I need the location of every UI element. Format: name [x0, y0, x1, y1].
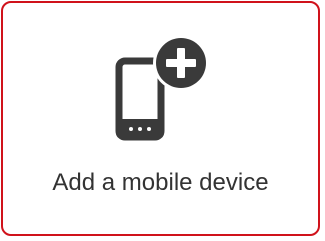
dot-icon	[147, 127, 151, 131]
mobile-add-icon	[115, 35, 209, 141]
dot-icon	[129, 127, 133, 131]
dot-icon	[138, 127, 142, 131]
icon-area	[3, 3, 318, 234]
card-label: Add a mobile device	[52, 169, 269, 196]
add-mobile-device-card[interactable]: Add a mobile device	[1, 1, 320, 236]
